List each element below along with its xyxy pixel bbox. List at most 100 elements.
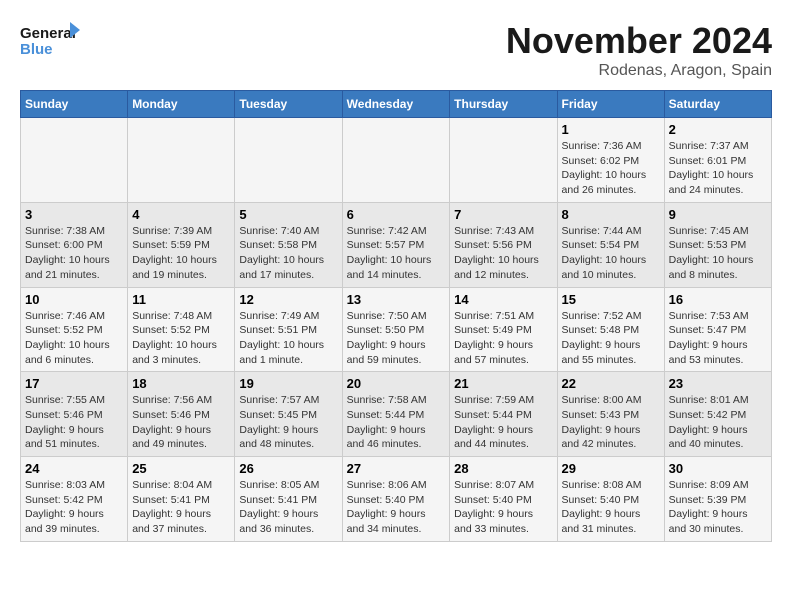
day-info: Sunrise: 8:06 AM Sunset: 5:40 PM Dayligh… — [347, 478, 446, 537]
svg-text:General: General — [20, 25, 76, 42]
day-info: Sunrise: 7:50 AM Sunset: 5:50 PM Dayligh… — [347, 309, 446, 368]
day-number: 7 — [454, 207, 552, 222]
day-number: 11 — [132, 292, 230, 307]
weekday-header: Sunday — [21, 91, 128, 118]
day-info: Sunrise: 7:49 AM Sunset: 5:51 PM Dayligh… — [239, 309, 337, 368]
calendar-cell: 23Sunrise: 8:01 AM Sunset: 5:42 PM Dayli… — [664, 372, 771, 457]
calendar-cell: 3Sunrise: 7:38 AM Sunset: 6:00 PM Daylig… — [21, 202, 128, 287]
day-info: Sunrise: 7:43 AM Sunset: 5:56 PM Dayligh… — [454, 224, 552, 283]
calendar-cell: 21 Sunrise: 7:59 AM Sunset: 5:44 PM Dayli… — [450, 372, 557, 457]
calendar-cell: 1 Sunrise: 7:36 AM Sunset: 6:02 PM Daylig… — [557, 118, 664, 203]
day-info: Sunrise: 7:39 AM Sunset: 5:59 PM Dayligh… — [132, 224, 230, 283]
day-number: 10 — [25, 292, 123, 307]
day-info: Sunrise: 7:36 AM Sunset: 6:02 PM Dayligh… — [562, 139, 660, 198]
day-info: Sunrise: 7:46 AM Sunset: 5:52 PM Dayligh… — [25, 309, 123, 368]
day-info: Sunrise: 8:09 AM Sunset: 5:39 PM Dayligh… — [669, 478, 767, 537]
calendar-week-row: 10 Sunrise: 7:46 AM Sunset: 5:52 PM Dayli… — [21, 287, 772, 372]
day-info: Sunrise: 7:40 AM Sunset: 5:58 PM Dayligh… — [239, 224, 337, 283]
logo: GeneralBlue — [20, 20, 80, 60]
calendar-cell — [235, 118, 342, 203]
calendar-cell: 5 Sunrise: 7:40 AM Sunset: 5:58 PM Daylig… — [235, 202, 342, 287]
day-info: Sunrise: 7:56 AM Sunset: 5:46 PM Dayligh… — [132, 393, 230, 452]
day-info: Sunrise: 7:53 AM Sunset: 5:47 PM Dayligh… — [669, 309, 767, 368]
day-info: Sunrise: 8:00 AM Sunset: 5:43 PM Dayligh… — [562, 393, 660, 452]
day-info: Sunrise: 8:03 AM Sunset: 5:42 PM Dayligh… — [25, 478, 123, 537]
day-info: Sunrise: 7:37 AM Sunset: 6:01 PM Dayligh… — [669, 139, 767, 198]
calendar-cell: 30 Sunrise: 8:09 AM Sunset: 5:39 PM Dayli… — [664, 457, 771, 542]
day-number: 27 — [347, 461, 446, 476]
day-number: 2 — [669, 122, 767, 137]
calendar-week-row: 1 Sunrise: 7:36 AM Sunset: 6:02 PM Daylig… — [21, 118, 772, 203]
day-number: 21 — [454, 376, 552, 391]
day-info: Sunrise: 8:04 AM Sunset: 5:41 PM Dayligh… — [132, 478, 230, 537]
day-number: 22 — [562, 376, 660, 391]
header: GeneralBlue November 2024 Rodenas, Arago… — [20, 20, 772, 80]
day-info: Sunrise: 7:51 AM Sunset: 5:49 PM Dayligh… — [454, 309, 552, 368]
day-number: 4 — [132, 207, 230, 222]
weekday-header: Thursday — [450, 91, 557, 118]
day-number: 16 — [669, 292, 767, 307]
day-number: 24 — [25, 461, 123, 476]
calendar-cell: 2 Sunrise: 7:37 AM Sunset: 6:01 PM Daylig… — [664, 118, 771, 203]
weekday-header-row: SundayMondayTuesdayWednesdayThursdayFrid… — [21, 91, 772, 118]
calendar-cell: 9 Sunrise: 7:45 AM Sunset: 5:53 PM Daylig… — [664, 202, 771, 287]
svg-text:Blue: Blue — [20, 41, 53, 58]
weekday-header: Saturday — [664, 91, 771, 118]
day-info: Sunrise: 7:52 AM Sunset: 5:48 PM Dayligh… — [562, 309, 660, 368]
calendar-cell: 13 Sunrise: 7:50 AM Sunset: 5:50 PM Dayli… — [342, 287, 450, 372]
weekday-header: Monday — [128, 91, 235, 118]
calendar-cell: 7 Sunrise: 7:43 AM Sunset: 5:56 PM Daylig… — [450, 202, 557, 287]
calendar-cell — [342, 118, 450, 203]
logo-svg: GeneralBlue — [20, 20, 80, 60]
calendar-cell: 27 Sunrise: 8:06 AM Sunset: 5:40 PM Dayli… — [342, 457, 450, 542]
calendar-cell — [21, 118, 128, 203]
day-number: 25 — [132, 461, 230, 476]
day-number: 9 — [669, 207, 767, 222]
calendar-cell: 10 Sunrise: 7:46 AM Sunset: 5:52 PM Dayli… — [21, 287, 128, 372]
calendar-cell: 12 Sunrise: 7:49 AM Sunset: 5:51 PM Dayli… — [235, 287, 342, 372]
calendar-table: SundayMondayTuesdayWednesdayThursdayFrid… — [20, 90, 772, 542]
day-number: 12 — [239, 292, 337, 307]
day-info: Sunrise: 7:55 AM Sunset: 5:46 PM Dayligh… — [25, 393, 123, 452]
weekday-header: Wednesday — [342, 91, 450, 118]
calendar-cell: 26 Sunrise: 8:05 AM Sunset: 5:41 PM Dayli… — [235, 457, 342, 542]
day-number: 26 — [239, 461, 337, 476]
day-number: 6 — [347, 207, 446, 222]
title-area: November 2024 Rodenas, Aragon, Spain — [506, 20, 772, 80]
day-info: Sunrise: 7:45 AM Sunset: 5:53 PM Dayligh… — [669, 224, 767, 283]
weekday-header: Friday — [557, 91, 664, 118]
day-info: Sunrise: 8:05 AM Sunset: 5:41 PM Dayligh… — [239, 478, 337, 537]
day-number: 13 — [347, 292, 446, 307]
calendar-cell: 17 Sunrise: 7:55 AM Sunset: 5:46 PM Dayli… — [21, 372, 128, 457]
calendar-cell: 6 Sunrise: 7:42 AM Sunset: 5:57 PM Daylig… — [342, 202, 450, 287]
day-info: Sunrise: 7:58 AM Sunset: 5:44 PM Dayligh… — [347, 393, 446, 452]
calendar-week-row: 17 Sunrise: 7:55 AM Sunset: 5:46 PM Dayli… — [21, 372, 772, 457]
day-info: Sunrise: 7:57 AM Sunset: 5:45 PM Dayligh… — [239, 393, 337, 452]
day-number: 5 — [239, 207, 337, 222]
calendar-cell: 11Sunrise: 7:48 AM Sunset: 5:52 PM Dayli… — [128, 287, 235, 372]
calendar-cell: 4 Sunrise: 7:39 AM Sunset: 5:59 PM Daylig… — [128, 202, 235, 287]
day-number: 15 — [562, 292, 660, 307]
calendar-cell: 16 Sunrise: 7:53 AM Sunset: 5:47 PM Dayli… — [664, 287, 771, 372]
day-info: Sunrise: 7:38 AM Sunset: 6:00 PM Dayligh… — [25, 224, 123, 283]
calendar-cell: 14 Sunrise: 7:51 AM Sunset: 5:49 PM Dayli… — [450, 287, 557, 372]
day-number: 14 — [454, 292, 552, 307]
month-title: November 2024 — [506, 20, 772, 62]
calendar-cell: 22 Sunrise: 8:00 AM Sunset: 5:43 PM Dayli… — [557, 372, 664, 457]
calendar-cell — [128, 118, 235, 203]
calendar-week-row: 24 Sunrise: 8:03 AM Sunset: 5:42 PM Dayli… — [21, 457, 772, 542]
calendar-cell: 28Sunrise: 8:07 AM Sunset: 5:40 PM Dayli… — [450, 457, 557, 542]
day-number: 30 — [669, 461, 767, 476]
calendar-cell: 20 Sunrise: 7:58 AM Sunset: 5:44 PM Dayli… — [342, 372, 450, 457]
day-number: 18 — [132, 376, 230, 391]
day-info: Sunrise: 7:59 AM Sunset: 5:44 PM Dayligh… — [454, 393, 552, 452]
day-number: 1 — [562, 122, 660, 137]
calendar-cell — [450, 118, 557, 203]
day-number: 17 — [25, 376, 123, 391]
calendar-cell: 25 Sunrise: 8:04 AM Sunset: 5:41 PM Dayli… — [128, 457, 235, 542]
calendar-cell: 24 Sunrise: 8:03 AM Sunset: 5:42 PM Dayli… — [21, 457, 128, 542]
day-info: Sunrise: 7:42 AM Sunset: 5:57 PM Dayligh… — [347, 224, 446, 283]
calendar-cell: 15 Sunrise: 7:52 AM Sunset: 5:48 PM Dayli… — [557, 287, 664, 372]
day-number: 20 — [347, 376, 446, 391]
calendar-week-row: 3Sunrise: 7:38 AM Sunset: 6:00 PM Daylig… — [21, 202, 772, 287]
